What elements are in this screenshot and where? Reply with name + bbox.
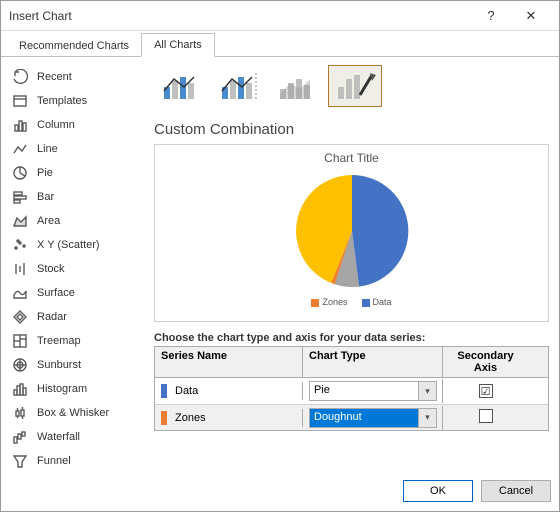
legend-data: Data	[373, 297, 392, 307]
sidebar-item-stock[interactable]: Stock	[5, 257, 142, 281]
waterfall-icon	[11, 428, 29, 446]
series-name-label: Data	[175, 385, 198, 397]
sidebar-item-bar[interactable]: Bar	[5, 185, 142, 209]
series-table-header: Series Name Chart Type Secondary Axis	[155, 347, 548, 378]
sidebar-item-line[interactable]: Line	[5, 137, 142, 161]
recent-icon	[11, 68, 29, 86]
combo-subtype-custom[interactable]	[328, 65, 382, 107]
sidebar-item-label: Box & Whisker	[37, 407, 109, 419]
sidebar-item-histogram[interactable]: Histogram	[5, 377, 142, 401]
treemap-icon	[11, 332, 29, 350]
surface-icon	[11, 284, 29, 302]
scatter-icon	[11, 236, 29, 254]
titlebar: Insert Chart ? ✕	[1, 1, 559, 31]
sidebar-item-label: Pie	[37, 167, 53, 179]
tab-recommended[interactable]: Recommended Charts	[7, 35, 141, 57]
legend-zones: Zones	[322, 297, 347, 307]
sidebar-item-area[interactable]: Area	[5, 209, 142, 233]
help-button[interactable]: ?	[471, 2, 511, 30]
secondary-axis-checkbox-zones[interactable]	[479, 409, 493, 423]
dialog-body: Recent Templates Column Line Pie Bar Are…	[1, 57, 559, 471]
series-swatch	[161, 411, 167, 425]
sidebar-item-label: X Y (Scatter)	[37, 239, 100, 251]
sidebar-item-label: Waterfall	[37, 431, 80, 443]
col-series-name: Series Name	[155, 347, 303, 377]
pie-icon	[11, 164, 29, 182]
funnel-icon	[11, 452, 29, 470]
sidebar-item-label: Area	[37, 215, 60, 227]
chart-type-select-data[interactable]: Pie▾	[309, 381, 437, 401]
sidebar-item-label: Radar	[37, 311, 67, 323]
sidebar-item-label: Templates	[37, 95, 87, 107]
sidebar-item-label: Funnel	[37, 455, 71, 467]
combo-subtype-row	[154, 65, 549, 107]
tab-all-charts[interactable]: All Charts	[141, 33, 215, 57]
sidebar-item-scatter[interactable]: X Y (Scatter)	[5, 233, 142, 257]
sidebar-item-surface[interactable]: Surface	[5, 281, 142, 305]
section-title: Custom Combination	[154, 121, 549, 138]
sunburst-icon	[11, 356, 29, 374]
bar-icon	[11, 188, 29, 206]
sidebar-item-boxwhisker[interactable]: Box & Whisker	[5, 401, 142, 425]
preview-legend: Zones Data	[311, 297, 391, 307]
series-prompt: Choose the chart type and axis for your …	[154, 332, 549, 344]
series-row-zones: Zones Doughnut▾	[155, 404, 548, 430]
tab-strip: Recommended Charts All Charts	[1, 31, 559, 57]
sidebar-item-label: Treemap	[37, 335, 81, 347]
col-secondary-axis: Secondary Axis	[443, 347, 528, 377]
sidebar-item-label: Recent	[37, 71, 72, 83]
boxwhisker-icon	[11, 404, 29, 422]
sidebar-item-label: Surface	[37, 287, 75, 299]
sidebar-item-pie[interactable]: Pie	[5, 161, 142, 185]
sidebar-item-waterfall[interactable]: Waterfall	[5, 425, 142, 449]
series-swatch	[161, 384, 167, 398]
column-icon	[11, 116, 29, 134]
sidebar-item-column[interactable]: Column	[5, 113, 142, 137]
window-title: Insert Chart	[9, 9, 471, 23]
col-chart-type: Chart Type	[303, 347, 443, 377]
sidebar-item-label: Column	[37, 119, 75, 131]
sidebar-item-funnel[interactable]: Funnel	[5, 449, 142, 471]
sidebar-item-label: Bar	[37, 191, 54, 203]
chart-preview: Chart Title Zones Data	[154, 144, 549, 322]
content-pane: Custom Combination Chart Title Zones Dat…	[146, 57, 559, 471]
series-name-label: Zones	[175, 411, 206, 423]
series-table: Series Name Chart Type Secondary Axis Da…	[154, 346, 549, 431]
templates-icon	[11, 92, 29, 110]
chart-category-sidebar: Recent Templates Column Line Pie Bar Are…	[1, 57, 146, 471]
chevron-down-icon: ▾	[418, 409, 436, 427]
chart-type-select-zones[interactable]: Doughnut▾	[309, 408, 437, 428]
dialog-footer: OK Cancel	[1, 471, 559, 511]
histogram-icon	[11, 380, 29, 398]
sidebar-item-treemap[interactable]: Treemap	[5, 329, 142, 353]
ok-button[interactable]: OK	[403, 480, 473, 502]
sidebar-item-templates[interactable]: Templates	[5, 89, 142, 113]
sidebar-item-label: Histogram	[37, 383, 87, 395]
sidebar-item-label: Stock	[37, 263, 65, 275]
sidebar-item-sunburst[interactable]: Sunburst	[5, 353, 142, 377]
close-button[interactable]: ✕	[511, 2, 551, 30]
radar-icon	[11, 308, 29, 326]
combo-subtype-3[interactable]	[270, 65, 324, 107]
combo-subtype-2[interactable]	[212, 65, 266, 107]
line-icon	[11, 140, 29, 158]
sidebar-item-label: Sunburst	[37, 359, 81, 371]
cancel-button[interactable]: Cancel	[481, 480, 551, 502]
sidebar-item-radar[interactable]: Radar	[5, 305, 142, 329]
stock-icon	[11, 260, 29, 278]
chevron-down-icon: ▾	[418, 382, 436, 400]
sidebar-item-recent[interactable]: Recent	[5, 65, 142, 89]
secondary-axis-checkbox-data[interactable]: ☑	[479, 384, 493, 398]
combo-subtype-1[interactable]	[154, 65, 208, 107]
insert-chart-dialog: Insert Chart ? ✕ Recommended Charts All …	[0, 0, 560, 512]
pie-chart-icon	[287, 169, 417, 293]
series-row-data: Data Pie▾ ☑	[155, 378, 548, 404]
preview-title: Chart Title	[324, 151, 379, 165]
area-icon	[11, 212, 29, 230]
sidebar-item-label: Line	[37, 143, 58, 155]
